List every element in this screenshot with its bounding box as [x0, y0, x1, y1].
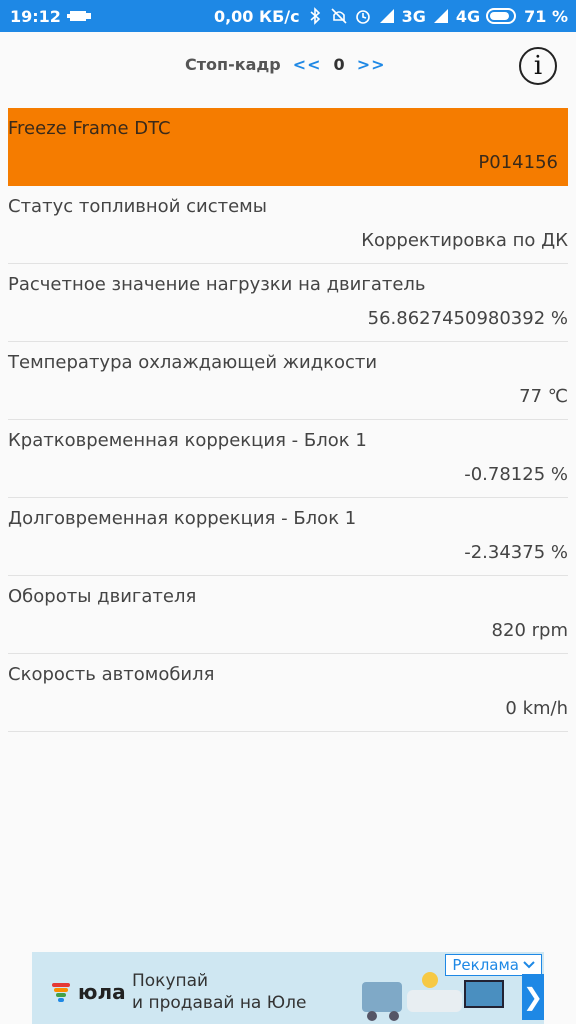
info-button[interactable]: i	[519, 47, 557, 85]
status-bar: 19:12 0,00 КБ/с 3G 4G 71 %	[0, 0, 576, 32]
ad-brand: юла	[78, 980, 126, 1004]
row-value: -0.78125 %	[464, 464, 568, 485]
bluetooth-icon	[310, 7, 320, 25]
list-item[interactable]: Скорость автомобиля 0 km/h	[8, 654, 568, 732]
list-item[interactable]: Обороты двигателя 820 rpm	[8, 576, 568, 654]
header: Стоп-кадр << 0 >> i	[0, 32, 576, 102]
prev-frame-button[interactable]: <<	[293, 55, 322, 74]
list-item[interactable]: Расчетное значение нагрузки на двигатель…	[8, 264, 568, 342]
parameter-list: Freeze Frame DTC P014156 Статус топливно…	[8, 108, 568, 732]
info-icon: i	[533, 51, 543, 81]
network-type-2: 4G	[455, 6, 481, 26]
ad-line-2: и продавай на Юле	[132, 993, 307, 1013]
list-item[interactable]: Кратковременная коррекция - Блок 1 -0.78…	[8, 420, 568, 498]
row-label: Обороты двигателя	[8, 586, 197, 607]
yula-logo-icon	[52, 983, 70, 1002]
row-label: Расчетное значение нагрузки на двигатель	[8, 274, 426, 295]
row-label: Статус топливной системы	[8, 196, 267, 217]
row-value: 0 km/h	[505, 698, 568, 719]
ad-next-button[interactable]: ❯	[522, 974, 544, 1020]
check-engine-icon	[66, 11, 91, 21]
row-label: Кратковременная коррекция - Блок 1	[8, 430, 367, 451]
freeze-frame-label: Стоп-кадр	[185, 55, 281, 74]
mute-icon	[331, 8, 347, 24]
row-label: Долговременная коррекция - Блок 1	[8, 508, 357, 529]
row-value: 820 rpm	[491, 620, 568, 641]
ad-text: Покупай и продавай на Юле	[132, 970, 306, 1014]
list-item[interactable]: Долговременная коррекция - Блок 1 -2.343…	[8, 498, 568, 576]
row-value: P014156	[478, 152, 558, 173]
list-item[interactable]: Статус топливной системы Корректировка п…	[8, 186, 568, 264]
row-label: Скорость автомобиля	[8, 664, 215, 685]
alarm-icon	[355, 10, 370, 24]
ad-label-text: Реклама	[452, 956, 519, 974]
row-label: Freeze Frame DTC	[8, 118, 171, 139]
row-value: Корректировка по ДК	[361, 230, 568, 251]
ad-label[interactable]: Реклама	[445, 954, 542, 976]
row-label: Температура охлаждающей жидкости	[8, 352, 378, 373]
battery-level: 71 %	[524, 6, 568, 26]
status-time: 19:12	[10, 6, 61, 26]
row-value: -2.34375 %	[464, 542, 568, 563]
freeze-frame-nav: Стоп-кадр << 0 >>	[185, 55, 386, 74]
next-frame-button[interactable]: >>	[357, 55, 386, 74]
battery-icon	[486, 8, 517, 24]
ad-banner[interactable]: юла Покупай и продавай на Юле Реклама ❯	[32, 952, 544, 1024]
network-type-1: 3G	[401, 6, 426, 26]
frame-number: 0	[333, 55, 345, 74]
ad-line-1: Покупай	[132, 971, 209, 991]
row-value: 56.8627450980392 %	[367, 308, 568, 329]
signal-icon	[433, 9, 448, 23]
row-value: 77 ℃	[519, 386, 568, 407]
chevron-down-icon	[523, 961, 535, 969]
signal-icon	[379, 9, 394, 23]
list-item[interactable]: Температура охлаждающей жидкости 77 ℃	[8, 342, 568, 420]
list-item-freeze-dtc[interactable]: Freeze Frame DTC P014156	[8, 108, 568, 186]
chevron-right-icon: ❯	[522, 983, 544, 1011]
network-speed: 0,00 КБ/с	[213, 6, 300, 26]
ad-logo: юла	[50, 980, 126, 1004]
